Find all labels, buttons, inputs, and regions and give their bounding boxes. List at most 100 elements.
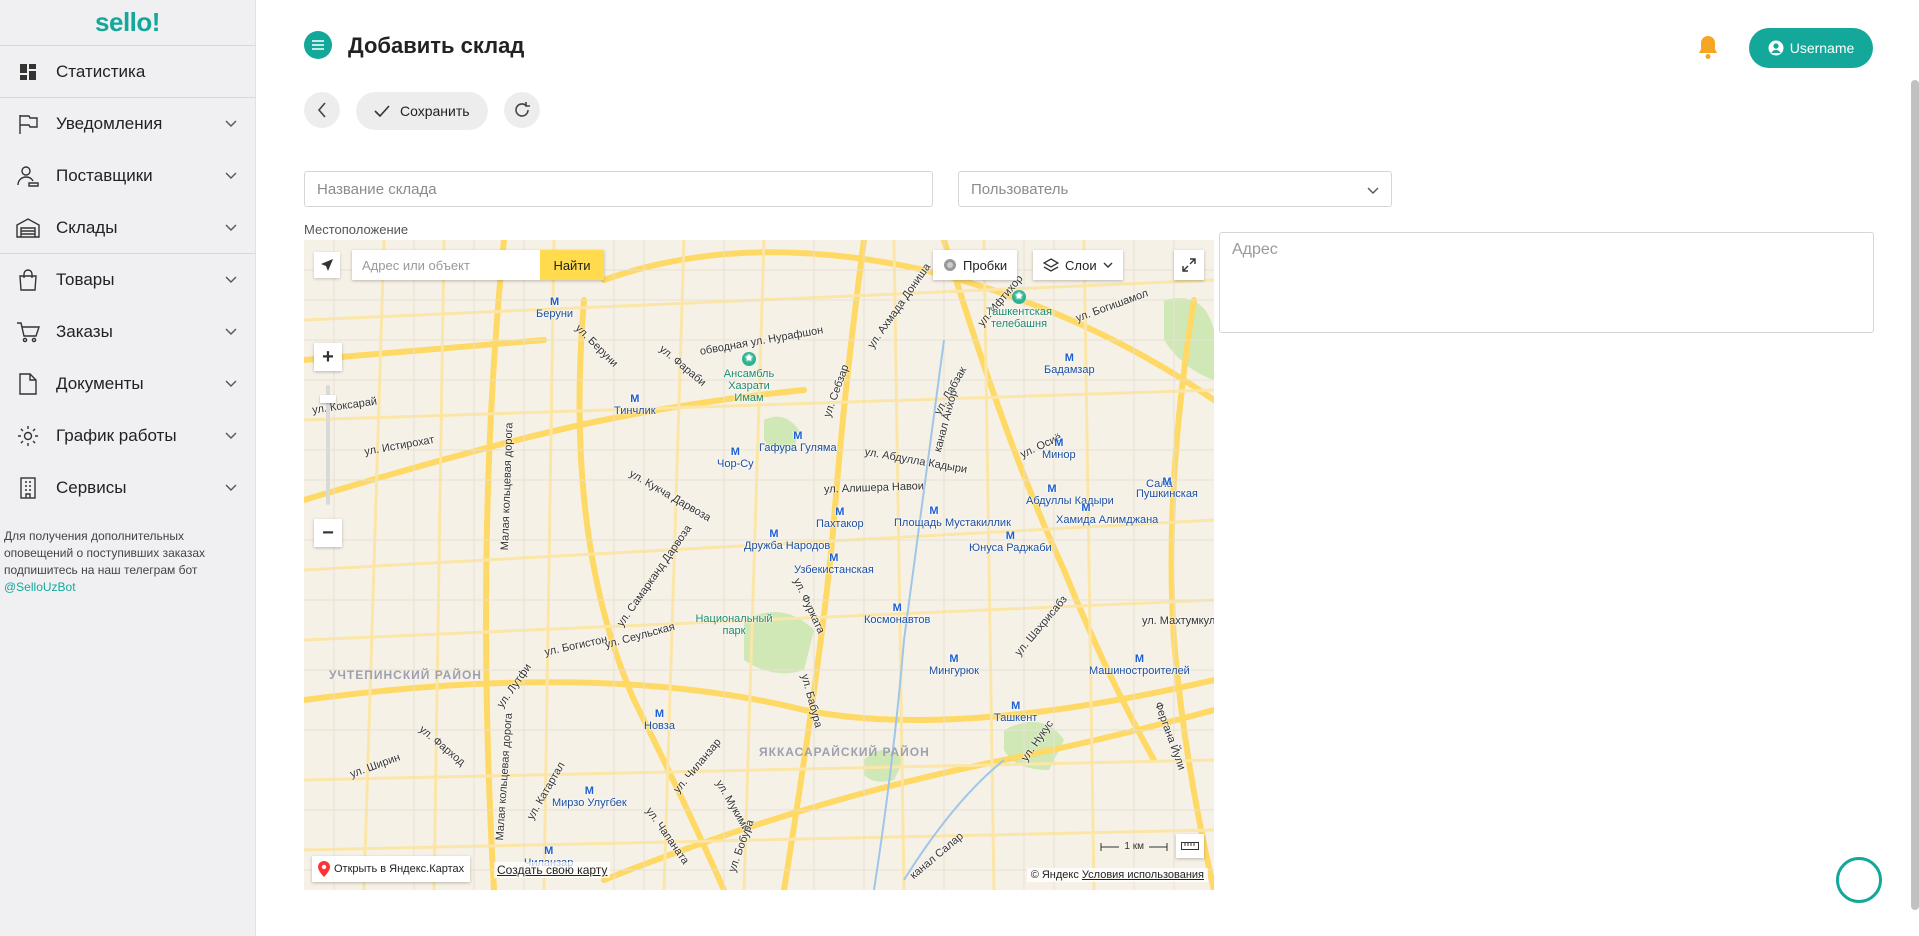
flag-icon (16, 112, 40, 136)
metro-station: M Мингурюк (929, 653, 979, 677)
chevron-down-icon (223, 116, 239, 132)
metro-label: Тинчлик (614, 405, 656, 417)
sidebar-item-notifications[interactable]: Уведомления (0, 98, 255, 150)
metro-icon: M (835, 506, 845, 518)
sidebar-item-statistics[interactable]: Статистика (0, 46, 255, 98)
metro-icon: M (549, 296, 560, 308)
back-button[interactable] (304, 92, 340, 128)
copyright-text: © Яндекс (1030, 869, 1079, 881)
sidebar-item-products[interactable]: Товары (0, 254, 255, 306)
building-icon (16, 476, 40, 500)
shopping-bag-icon (16, 268, 40, 292)
landmark: Национальный парк (694, 613, 774, 637)
create-map-link[interactable]: Создать свою карту (494, 862, 611, 878)
sidebar-item-services[interactable]: Сервисы (0, 462, 255, 514)
metro-station: M Узбекистанская (794, 552, 874, 576)
metro-icon: M (769, 528, 779, 540)
user-circle-icon (1768, 40, 1784, 56)
metro-label: Дружба Народов (744, 540, 831, 552)
telegram-bot-link[interactable]: @SelloUzBot (4, 580, 76, 594)
star-icon: ★ (742, 352, 756, 366)
chevron-down-icon (1103, 262, 1113, 268)
metro-icon: M (949, 653, 959, 665)
metro-station: M Новза (644, 708, 675, 732)
sidebar-item-warehouses[interactable]: Склады (0, 202, 255, 254)
warehouse-name-input[interactable]: Название склада (304, 171, 933, 207)
bell-icon[interactable] (1696, 34, 1720, 60)
metro-station: M Космонавтов (864, 602, 930, 626)
check-icon (374, 105, 390, 117)
zoom-slider[interactable] (320, 385, 336, 505)
traffic-button[interactable]: Пробки (933, 250, 1018, 280)
metro-icon: M (630, 393, 640, 405)
open-yandex-label: Открыть в Яндекс.Картах (334, 863, 465, 875)
ruler-button[interactable] (1176, 834, 1204, 858)
landmark-label: Ташкентская телебашня (986, 306, 1052, 330)
chevron-down-icon (223, 220, 239, 236)
metro-label: Бадамзар (1044, 364, 1095, 376)
username-label: Username (1789, 40, 1855, 56)
user-select[interactable]: Пользователь (958, 171, 1392, 207)
terms-link[interactable]: Условия использования (1082, 869, 1204, 881)
zoom-in-button[interactable]: + (314, 343, 342, 371)
landmark: ★ Ташкентская телебашня (979, 290, 1059, 330)
open-yandex-maps-link[interactable]: Открыть в Яндекс.Картах (312, 856, 471, 882)
fullscreen-button[interactable] (1174, 250, 1204, 280)
metro-label: Юнуса Раджаби (969, 542, 1052, 554)
landmark: ★ Ансамбль Хазрати Имам (714, 352, 784, 404)
sidebar-item-label: Документы (56, 374, 144, 393)
metro-icon: M (1005, 530, 1015, 542)
map-find-button[interactable]: Найти (540, 250, 604, 280)
geolocation-button[interactable] (314, 252, 340, 278)
metro-label: Чор-Су (717, 458, 754, 470)
sidebar-item-documents[interactable]: Документы (0, 358, 255, 410)
ruler-icon (1181, 842, 1199, 850)
sidebar-item-schedule[interactable]: График работы (0, 410, 255, 462)
layers-button[interactable]: Слои (1033, 250, 1123, 280)
metro-station: M Пушкинская (1136, 476, 1198, 500)
landmark-label: Ансамбль Хазрати Имам (723, 368, 775, 404)
page-title: Добавить склад (348, 33, 525, 58)
sidebar-item-label: Склады (56, 217, 118, 237)
sidebar-item-label: Статистика (56, 61, 146, 81)
metro-station: M Тинчлик (614, 393, 656, 417)
map-pin-icon (318, 861, 330, 877)
chat-widget-button[interactable] (1836, 857, 1882, 903)
app-logo[interactable]: sello! (0, 0, 255, 46)
expand-icon (1182, 258, 1196, 272)
metro-station: M Юнуса Раджаби (969, 530, 1052, 554)
metro-station: M Минор (1042, 437, 1076, 461)
chevron-down-icon (223, 168, 239, 184)
sidebar-item-suppliers[interactable]: Поставщики (0, 150, 255, 202)
zoom-handle[interactable] (320, 395, 336, 403)
zoom-control: + − (314, 343, 342, 547)
save-button[interactable]: Сохранить (356, 92, 488, 130)
metro-icon: M (1047, 483, 1057, 495)
sidebar-item-orders[interactable]: Заказы (0, 306, 255, 358)
layers-label: Слои (1065, 257, 1097, 273)
metro-label: Пушкинская (1136, 488, 1198, 500)
metro-station: M Площадь Мустакиллик (894, 505, 1011, 529)
scrollbar[interactable] (1911, 80, 1919, 910)
chevron-down-icon (1367, 182, 1379, 199)
metro-station: M Мирзо Улугбек (552, 785, 627, 809)
metro-station: M Дружба Народов (744, 528, 830, 552)
refresh-button[interactable] (503, 92, 540, 128)
map-search-input[interactable]: Адрес или объект (352, 250, 540, 280)
dashboard-icon (16, 60, 40, 84)
map[interactable]: Малая кольцевая дорога Малая кольцевая д… (304, 240, 1214, 890)
address-textarea[interactable]: Адрес (1219, 232, 1874, 333)
district-label: ЯККАСАРАЙСКИЙ РАЙОН (759, 745, 930, 759)
metro-station: M Бадамзар (1044, 352, 1095, 376)
user-menu-button[interactable]: Username (1749, 28, 1873, 68)
refresh-icon (514, 102, 530, 117)
metro-icon: M (544, 845, 554, 857)
metro-label: Новза (644, 720, 675, 732)
metro-label: Ташкент (994, 712, 1038, 724)
location-label: Местоположение (304, 222, 409, 237)
metro-icon: M (1064, 352, 1074, 364)
metro-icon: M (1081, 502, 1091, 514)
zoom-out-button[interactable]: − (314, 519, 342, 547)
menu-toggle-button[interactable] (304, 31, 332, 59)
metro-label: Площадь Мустакиллик (894, 517, 1011, 529)
